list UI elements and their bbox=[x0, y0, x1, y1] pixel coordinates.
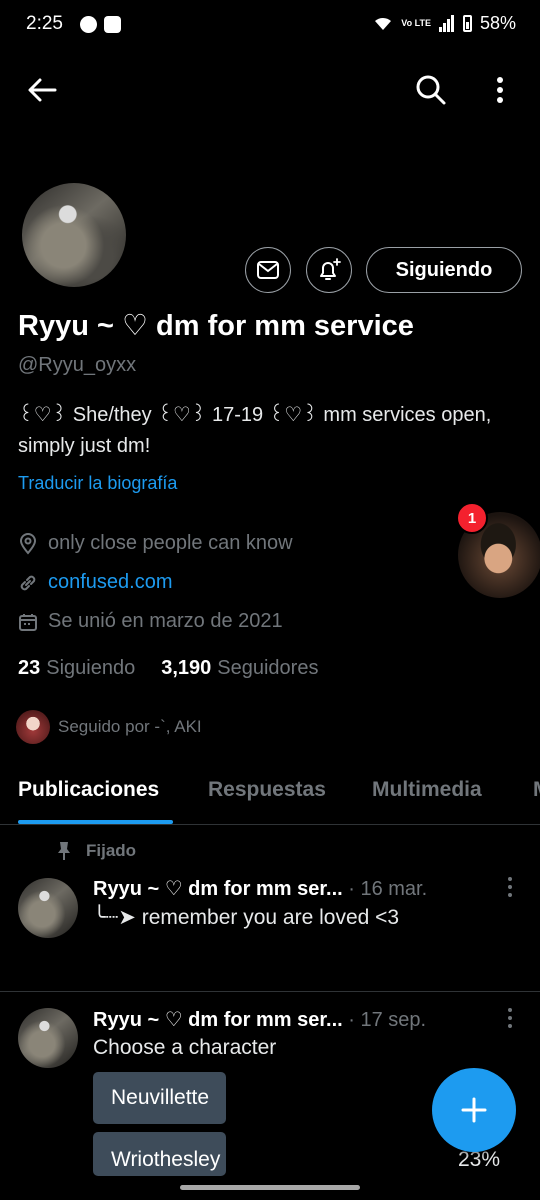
poll-option[interactable]: Neuvillette bbox=[93, 1072, 226, 1124]
profile-tabs: Publicaciones Respuestas Multimedia M bbox=[0, 768, 540, 825]
poll-option-label: Wriothesley bbox=[111, 1148, 221, 1171]
following-count-link[interactable]: 23 Siguiendo bbox=[18, 657, 135, 680]
followed-by-row[interactable]: Seguido por -`, AKI bbox=[16, 710, 202, 744]
notifications-button[interactable] bbox=[306, 247, 352, 293]
status-bar: 2:25 Vo LTE 58% bbox=[0, 0, 540, 48]
messenger-icon bbox=[80, 16, 97, 33]
post-avatar[interactable] bbox=[18, 878, 78, 938]
profile-avatar[interactable] bbox=[22, 183, 126, 287]
poll-option[interactable]: Wriothesley bbox=[93, 1132, 226, 1176]
following-label: Siguiendo bbox=[46, 657, 136, 679]
wifi-icon bbox=[375, 17, 392, 30]
bell-plus-icon bbox=[320, 258, 341, 280]
website-row: confused.com bbox=[18, 571, 173, 594]
bubble-badge: 1 bbox=[456, 502, 488, 534]
followers-count: 3,190 bbox=[161, 657, 212, 679]
pinned-label: Fijado bbox=[56, 841, 136, 861]
tab-posts[interactable]: Publicaciones bbox=[18, 778, 159, 802]
location-text: only close people can know bbox=[48, 532, 293, 554]
arrow-left-icon bbox=[28, 78, 57, 102]
signal-icon bbox=[438, 15, 455, 32]
pin-icon bbox=[58, 842, 70, 860]
post-author[interactable]: Ryyu ~ ♡ dm for mm ser... bbox=[93, 878, 343, 900]
translate-bio-link[interactable]: Traducir la biografía bbox=[18, 473, 177, 494]
battery-percent: 58% bbox=[479, 13, 516, 33]
following-button[interactable]: Siguiendo bbox=[366, 247, 522, 293]
search-icon bbox=[416, 75, 446, 105]
post-text: Choose a character bbox=[93, 1036, 277, 1059]
bio: ꒰♡꒱ She/they ꒰♡꒱ 17-19 ꒰♡꒱ mm services o… bbox=[18, 400, 518, 462]
post-avatar[interactable] bbox=[18, 1008, 78, 1068]
tab-media[interactable]: Multimedia bbox=[372, 778, 482, 802]
post-more-button[interactable] bbox=[500, 877, 520, 897]
post-author[interactable]: Ryyu ~ ♡ dm for mm ser... bbox=[93, 1009, 343, 1031]
post-text: ╰┈➤ remember you are loved <3 bbox=[93, 906, 400, 929]
battery-icon bbox=[462, 15, 472, 32]
back-button[interactable] bbox=[20, 68, 64, 112]
joined-row: Se unió en marzo de 2021 bbox=[18, 610, 283, 633]
calendar-icon bbox=[19, 613, 37, 631]
mutual-avatar bbox=[16, 710, 50, 744]
location-row: only close people can know bbox=[18, 532, 293, 555]
handle: @Ryyu_oyxx bbox=[18, 354, 137, 376]
more-vertical-icon bbox=[497, 77, 503, 103]
followers-count-link[interactable]: 3,190 Seguidores bbox=[161, 657, 318, 680]
tab-replies[interactable]: Respuestas bbox=[208, 778, 326, 802]
website-link[interactable]: confused.com bbox=[48, 571, 173, 594]
status-time: 2:25 bbox=[26, 13, 63, 34]
post-header: Ryyu ~ ♡ dm for mm ser... · 16 mar. bbox=[93, 876, 427, 901]
envelope-icon bbox=[257, 261, 279, 279]
location-pin-icon bbox=[19, 532, 37, 555]
more-options-button[interactable] bbox=[478, 68, 522, 112]
pinned-text: Fijado bbox=[86, 841, 137, 860]
tab-more[interactable]: M bbox=[533, 778, 540, 802]
follow-counts: 23 Siguiendo 3,190 Seguidores bbox=[18, 657, 318, 680]
post-date: · 17 sep. bbox=[348, 1009, 427, 1031]
post-divider bbox=[0, 991, 540, 992]
home-indicator[interactable] bbox=[180, 1185, 360, 1190]
post-date: · 16 mar. bbox=[348, 878, 428, 900]
followed-by-text: Seguido por -`, AKI bbox=[58, 717, 202, 736]
followers-label: Seguidores bbox=[217, 657, 319, 679]
compose-button[interactable] bbox=[432, 1068, 516, 1152]
search-button[interactable] bbox=[409, 68, 453, 112]
following-count: 23 bbox=[18, 657, 41, 679]
message-button[interactable] bbox=[245, 247, 291, 293]
poll-option-label: Neuvillette bbox=[111, 1086, 210, 1109]
bio-line: simply just dm! bbox=[18, 435, 151, 457]
plus-icon bbox=[461, 1097, 487, 1123]
volte-indicator: Vo LTE bbox=[401, 18, 431, 28]
bio-line: ꒰♡꒱ She/they ꒰♡꒱ 17-19 ꒰♡꒱ mm services o… bbox=[18, 404, 492, 426]
link-icon bbox=[20, 575, 36, 590]
post-header: Ryyu ~ ♡ dm for mm ser... · 17 sep. bbox=[93, 1007, 426, 1032]
joined-text: Se unió en marzo de 2021 bbox=[48, 610, 283, 632]
display-name: Ryyu ~ ♡ dm for mm service bbox=[18, 310, 414, 342]
active-tab-indicator bbox=[18, 820, 173, 824]
youtube-icon bbox=[104, 16, 121, 33]
status-right: Vo LTE 58% bbox=[373, 13, 516, 34]
post-more-button[interactable] bbox=[500, 1008, 520, 1028]
